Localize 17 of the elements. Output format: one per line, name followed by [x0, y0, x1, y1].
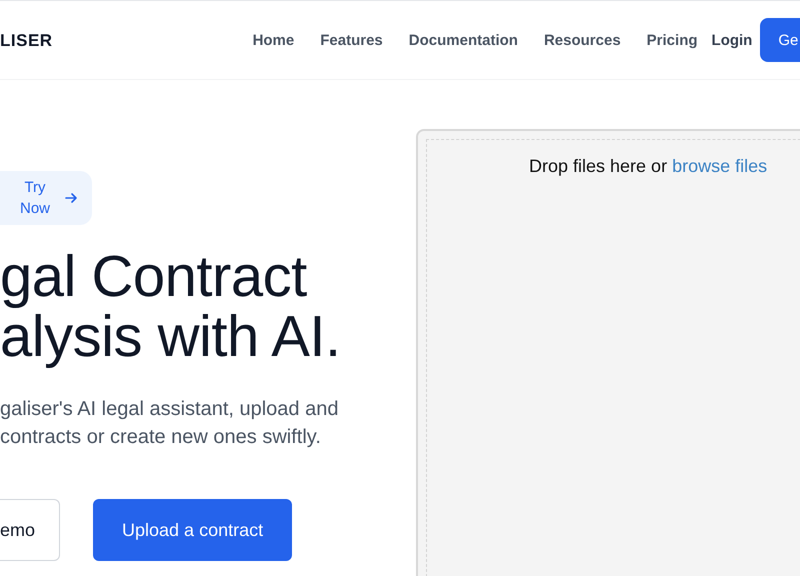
arrow-right-icon	[64, 191, 78, 205]
hero-description: galiser's AI legal assistant, upload and contracts or create new ones swiftly.	[0, 397, 340, 450]
nav-link[interactable]: Features	[320, 32, 383, 48]
upload-button[interactable]: Upload a contract	[93, 499, 292, 561]
nav-link[interactable]: Resources	[544, 32, 621, 48]
hero-heading: gal Contract alysis with AI.	[0, 247, 342, 367]
login-link[interactable]: Login	[712, 32, 752, 48]
get-started-button[interactable]: Ge	[760, 18, 800, 62]
demo-button[interactable]: emo	[0, 499, 60, 561]
dropzone-text: Drop files here or browse files	[529, 156, 768, 178]
try-now-badge[interactable]: Try Now	[0, 171, 92, 225]
nav-link[interactable]: Pricing	[646, 32, 698, 48]
logo-text[interactable]: LISER	[0, 31, 53, 51]
nav-link[interactable]: Documentation	[408, 32, 518, 48]
nav-link[interactable]: Home	[252, 32, 294, 48]
browse-files-link[interactable]: browse files	[672, 156, 768, 176]
file-dropzone[interactable]: Drop files here or browse files	[416, 129, 800, 576]
